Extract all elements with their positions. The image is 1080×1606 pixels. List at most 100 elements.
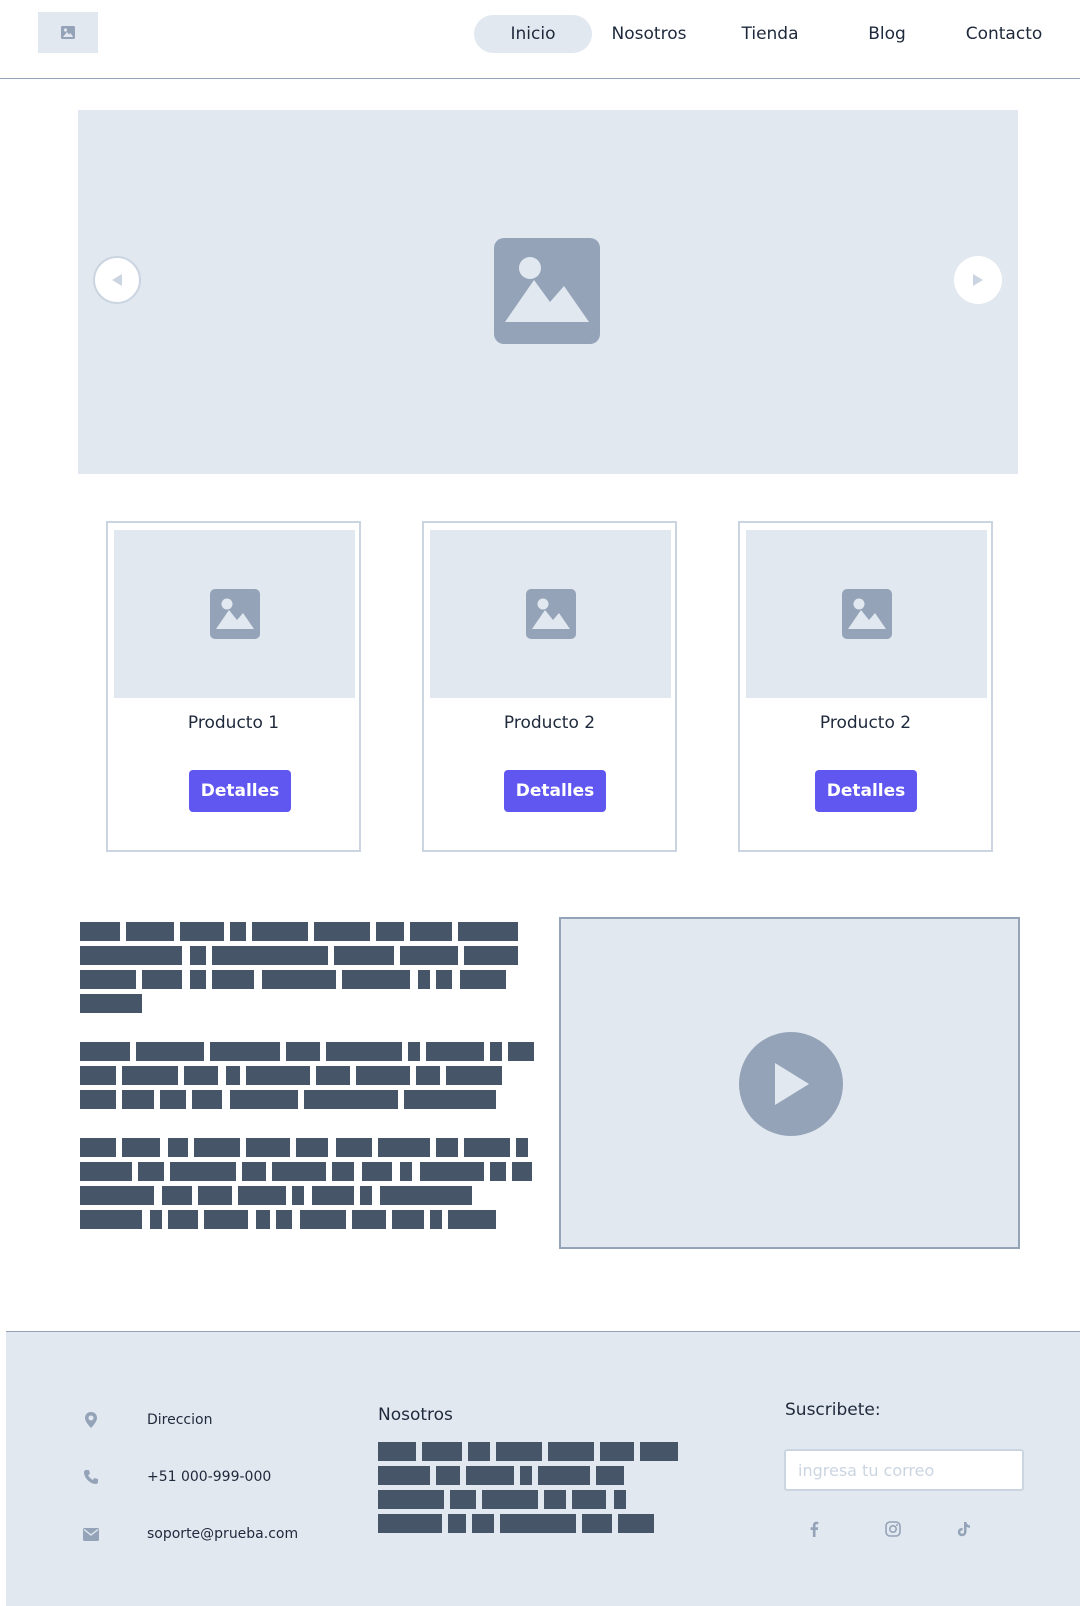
redacted-text-bar xyxy=(316,1066,350,1085)
redacted-text-bar xyxy=(80,946,182,965)
product-image xyxy=(430,530,671,698)
redacted-text-bar xyxy=(190,946,206,965)
redacted-text-bar xyxy=(400,1162,412,1181)
product-card: Producto 2 Detalles xyxy=(422,521,677,852)
phone-icon xyxy=(82,1468,100,1486)
nav-item-nosotros[interactable]: Nosotros xyxy=(600,15,698,53)
redacted-text-bar xyxy=(448,1514,466,1533)
redacted-text-bar xyxy=(490,1162,506,1181)
redacted-text-bar xyxy=(342,970,410,989)
redacted-text-bar xyxy=(204,1210,248,1229)
redacted-text-bar xyxy=(512,1162,532,1181)
redacted-text-bar xyxy=(238,1186,286,1205)
redacted-text-bar xyxy=(80,970,136,989)
redacted-text-bar xyxy=(356,1066,410,1085)
redacted-text-bar xyxy=(378,1514,442,1533)
redacted-text-bar xyxy=(184,1066,218,1085)
redacted-text-bar xyxy=(226,1066,240,1085)
carousel-prev-button[interactable] xyxy=(93,256,141,304)
redacted-text-bar xyxy=(168,1210,198,1229)
redacted-text-bar xyxy=(418,970,430,989)
redacted-text-bar xyxy=(138,1162,164,1181)
redacted-text-bar xyxy=(378,1466,430,1485)
redacted-text-bar xyxy=(360,1186,372,1205)
mail-icon xyxy=(82,1525,100,1543)
details-button[interactable]: Detalles xyxy=(504,770,606,812)
redacted-text-bar xyxy=(420,1162,484,1181)
redacted-text-bar xyxy=(286,1042,320,1061)
redacted-text-bar xyxy=(314,922,370,941)
redacted-text-bar xyxy=(446,1066,502,1085)
image-icon xyxy=(525,589,576,639)
facebook-icon[interactable] xyxy=(803,1518,825,1540)
redacted-text-bar xyxy=(300,1210,346,1229)
redacted-text-bar xyxy=(242,1162,266,1181)
redacted-text-bar xyxy=(262,970,336,989)
nav-item-tienda[interactable]: Tienda xyxy=(730,15,810,53)
play-icon xyxy=(775,1063,809,1105)
redacted-text-bar xyxy=(430,1210,442,1229)
redacted-text-bar xyxy=(468,1442,490,1461)
redacted-text-bar xyxy=(582,1514,612,1533)
nav-item-contacto[interactable]: Contacto xyxy=(959,15,1049,53)
redacted-paragraph xyxy=(80,1138,542,1230)
redacted-paragraph xyxy=(80,1042,542,1110)
redacted-text-bar xyxy=(600,1442,634,1461)
contact-phone: +51 000-999-000 xyxy=(82,1465,271,1489)
footer-about-heading: Nosotros xyxy=(378,1405,453,1425)
redacted-text-bar xyxy=(544,1490,566,1509)
nav-item-blog[interactable]: Blog xyxy=(851,15,923,53)
redacted-text-bar xyxy=(520,1466,532,1485)
redacted-text-bar xyxy=(450,1490,476,1509)
redacted-text-bar xyxy=(404,1090,496,1109)
subscribe-email-input[interactable] xyxy=(784,1449,1024,1491)
redacted-text-bar xyxy=(400,946,458,965)
redacted-text-bar xyxy=(458,922,518,941)
footer-about-text xyxy=(378,1442,678,1534)
details-button[interactable]: Detalles xyxy=(189,770,291,812)
location-pin-icon xyxy=(82,1411,100,1429)
redacted-text-bar xyxy=(194,1138,240,1157)
contact-email: soporte@prueba.com xyxy=(82,1522,298,1546)
redacted-text-bar xyxy=(352,1210,386,1229)
product-card: Producto 1 Detalles xyxy=(106,521,361,852)
triangle-left-icon xyxy=(112,274,122,286)
redacted-text-bar xyxy=(482,1490,538,1509)
redacted-text-bar xyxy=(640,1442,678,1461)
redacted-text-bar xyxy=(422,1442,462,1461)
carousel-next-button[interactable] xyxy=(954,256,1002,304)
redacted-text-bar xyxy=(392,1210,424,1229)
redacted-text-bar xyxy=(516,1138,528,1157)
redacted-text-bar xyxy=(80,1210,142,1229)
play-button[interactable] xyxy=(739,1032,843,1136)
redacted-text-bar xyxy=(122,1090,154,1109)
redacted-text-bar xyxy=(376,922,404,941)
footer-subscribe-heading: Suscribete: xyxy=(785,1400,881,1420)
instagram-icon[interactable] xyxy=(882,1518,904,1540)
product-title: Producto 2 xyxy=(503,713,596,733)
main-nav: Inicio Nosotros Tienda Blog Contacto xyxy=(0,15,1080,53)
redacted-text-bar xyxy=(230,922,246,941)
redacted-text-bar xyxy=(548,1442,594,1461)
site-header: Inicio Nosotros Tienda Blog Contacto xyxy=(0,0,1080,79)
redacted-text-bar xyxy=(466,1466,514,1485)
redacted-text-bar xyxy=(614,1490,626,1509)
product-title: Producto 1 xyxy=(187,713,280,733)
redacted-text-bar xyxy=(508,1042,534,1061)
hero-carousel xyxy=(78,110,1018,474)
redacted-text-bar xyxy=(618,1514,654,1533)
tiktok-icon[interactable] xyxy=(953,1518,975,1540)
redacted-text-bar xyxy=(436,1138,458,1157)
details-button[interactable]: Detalles xyxy=(815,770,917,812)
redacted-text-bar xyxy=(276,1210,292,1229)
redacted-text-bar xyxy=(380,1186,472,1205)
redacted-text-bar xyxy=(312,1186,354,1205)
redacted-text-bar xyxy=(246,1066,310,1085)
redacted-text-bar xyxy=(190,970,206,989)
triangle-right-icon xyxy=(973,274,983,286)
video-player[interactable] xyxy=(559,917,1020,1249)
product-image xyxy=(746,530,987,698)
redacted-text-bar xyxy=(408,1042,420,1061)
product-card: Producto 2 Detalles xyxy=(738,521,993,852)
nav-item-inicio[interactable]: Inicio xyxy=(474,15,592,53)
